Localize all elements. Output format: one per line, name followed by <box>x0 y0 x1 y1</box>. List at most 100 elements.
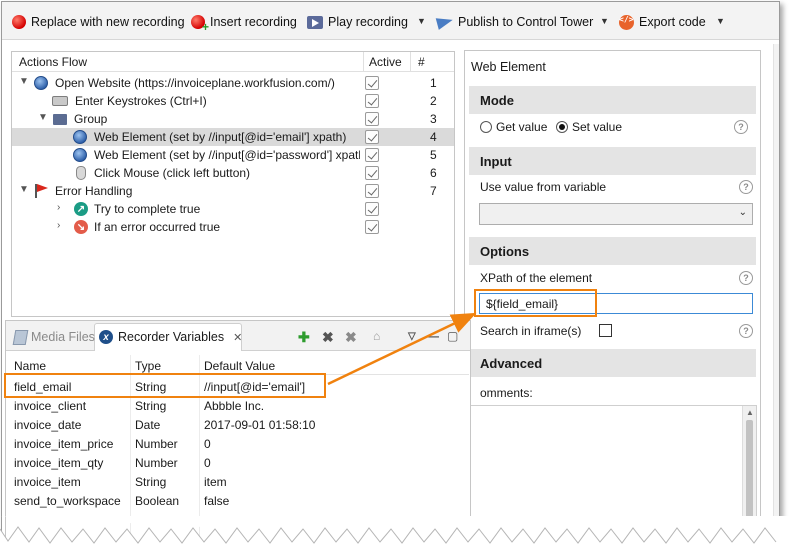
set-value-radio[interactable] <box>556 121 568 133</box>
active-checkbox[interactable] <box>365 184 379 198</box>
close-tab-icon[interactable]: ✕ <box>233 331 242 344</box>
flow-row-label: If an error occurred true <box>94 220 221 234</box>
tab-recorder-variables[interactable]: x Recorder Variables ✕ <box>99 328 242 346</box>
variable-default: item <box>204 475 227 489</box>
insert-recording-button[interactable]: Insert recording <box>191 13 297 34</box>
column-active[interactable]: Active <box>369 55 402 69</box>
send-icon <box>435 14 455 30</box>
actions-flow-header: Actions Flow Active # <box>12 52 454 72</box>
active-checkbox[interactable] <box>365 76 379 90</box>
active-checkbox[interactable] <box>365 130 379 144</box>
mode-section-header[interactable]: Mode <box>469 86 756 114</box>
publish-button[interactable]: Publish to Control Tower <box>435 13 593 31</box>
flow-row-try-complete[interactable]: › ↗ Try to complete true <box>12 200 454 218</box>
try-icon: ↗ <box>74 202 88 216</box>
variable-row[interactable]: invoice_date Date 2017-09-01 01:58:10 <box>9 415 469 434</box>
variables-table-header: Name Type Default Value <box>9 355 469 375</box>
variable-name: invoice_client <box>14 399 87 413</box>
section-heading: Mode <box>480 93 514 108</box>
play-dropdown-chevron-icon[interactable]: ▼ <box>417 16 426 26</box>
panel-title: Web Element <box>471 60 546 74</box>
variable-row[interactable]: invoice_item_qty Number 0 <box>9 453 469 472</box>
collapse-chevron-icon[interactable]: › <box>57 220 60 231</box>
variable-row[interactable]: invoice_item_price Number 0 <box>9 434 469 453</box>
expand-chevron-icon[interactable]: ▼ <box>19 184 29 195</box>
variable-default: Abbble Inc. <box>204 399 265 413</box>
expand-chevron-icon[interactable]: ▼ <box>19 76 29 87</box>
variable-name: invoice_date <box>14 418 82 432</box>
search-iframe-checkbox[interactable] <box>599 324 612 337</box>
flow-row-enter-keystrokes[interactable]: Enter Keystrokes (Ctrl+I) 2 <box>12 92 454 110</box>
active-checkbox[interactable] <box>365 148 379 162</box>
collapse-chevron-icon[interactable]: › <box>57 202 60 213</box>
export-dropdown-chevron-icon[interactable]: ▼ <box>716 16 725 26</box>
variable-type: Date <box>135 418 161 432</box>
active-checkbox[interactable] <box>365 220 379 234</box>
variable-row[interactable]: invoice_client String Abbble Inc. <box>9 396 469 415</box>
flow-row-number: 6 <box>430 166 437 180</box>
export-code-button[interactable]: </> Export code <box>619 13 706 31</box>
flow-row-label: Error Handling <box>55 184 133 198</box>
column-type[interactable]: Type <box>135 359 161 373</box>
variable-select[interactable]: ⌄ <box>479 203 753 225</box>
help-icon[interactable]: ? <box>739 271 753 285</box>
scroll-up-icon[interactable]: ▲ <box>746 408 754 417</box>
variable-name: send_to_workspace <box>14 494 121 508</box>
get-value-radio[interactable] <box>480 121 492 133</box>
comments-label: omments: <box>480 386 533 400</box>
chevron-down-icon: ⌄ <box>738 207 747 218</box>
view-menu-chevron-icon[interactable]: ▽ <box>408 331 416 342</box>
set-value-label[interactable]: Set value <box>572 120 622 134</box>
flow-row-error-handling[interactable]: ▼ Error Handling 7 <box>12 182 454 200</box>
active-checkbox[interactable] <box>365 112 379 126</box>
variable-row[interactable]: invoice_item String item <box>9 472 469 491</box>
get-value-label[interactable]: Get value <box>496 120 547 134</box>
flow-row-label: Web Element (set by //input[@id='passwor… <box>94 148 360 162</box>
variable-type: Number <box>135 437 178 451</box>
delete-all-variables-icon[interactable]: ✖ <box>345 329 357 346</box>
recorder-variables-icon: x <box>99 330 113 344</box>
variable-type: Boolean <box>135 494 180 508</box>
export-code-label: Export code <box>639 15 706 29</box>
variable-default: false <box>204 494 230 508</box>
flow-row-group[interactable]: ▼ Group 3 <box>12 110 454 128</box>
maximize-icon[interactable]: ▢ <box>447 329 458 343</box>
flow-row-click-mouse[interactable]: Click Mouse (click left button) 6 <box>12 164 454 182</box>
help-icon[interactable]: ? <box>739 324 753 338</box>
column-actions-flow[interactable]: Actions Flow <box>19 55 87 69</box>
column-default-value[interactable]: Default Value <box>204 359 275 373</box>
variable-type: String <box>135 475 167 489</box>
play-recording-button[interactable]: Play recording <box>307 13 408 31</box>
active-checkbox[interactable] <box>365 202 379 216</box>
delete-variable-icon[interactable]: ✖ <box>322 329 334 346</box>
section-heading: Advanced <box>480 356 543 371</box>
toolbar: Replace with new recording Insert record… <box>2 2 779 40</box>
active-checkbox[interactable] <box>365 166 379 180</box>
help-icon[interactable]: ? <box>739 180 753 194</box>
input-section-header[interactable]: Input <box>469 147 756 175</box>
flow-row-label: Click Mouse (click left button) <box>94 166 251 180</box>
help-icon[interactable]: ? <box>734 120 748 134</box>
replace-recording-button[interactable]: Replace with new recording <box>12 13 185 31</box>
insert-recording-label: Insert recording <box>210 15 297 29</box>
flow-row-if-error[interactable]: › ↘ If an error occurred true <box>12 218 454 236</box>
flow-row-web-element-email[interactable]: Web Element (set by //input[@id='email']… <box>12 128 454 146</box>
column-number[interactable]: # <box>418 55 425 69</box>
error-icon: ↘ <box>74 220 88 234</box>
tab-media-files[interactable]: Media Files <box>12 328 95 346</box>
advanced-section-header[interactable]: Advanced <box>469 349 756 377</box>
publish-dropdown-chevron-icon[interactable]: ▼ <box>600 16 609 26</box>
options-section-header[interactable]: Options <box>469 237 756 265</box>
properties-scrollbar[interactable] <box>773 44 779 552</box>
flow-row-web-element-password[interactable]: Web Element (set by //input[@id='passwor… <box>12 146 454 164</box>
expand-chevron-icon[interactable]: ▼ <box>38 112 48 123</box>
scroll-thumb[interactable] <box>746 420 753 520</box>
section-heading: Input <box>480 154 512 169</box>
variable-row[interactable]: send_to_workspace Boolean false <box>9 491 469 510</box>
import-variables-icon[interactable]: ⌂ <box>373 329 380 343</box>
flow-row-open-website[interactable]: ▼ Open Website (https://invoiceplane.wor… <box>12 74 454 92</box>
column-name[interactable]: Name <box>14 359 46 373</box>
active-checkbox[interactable] <box>365 94 379 108</box>
add-variable-icon[interactable]: ✚ <box>298 329 310 346</box>
minimize-icon[interactable]: — <box>427 329 439 343</box>
